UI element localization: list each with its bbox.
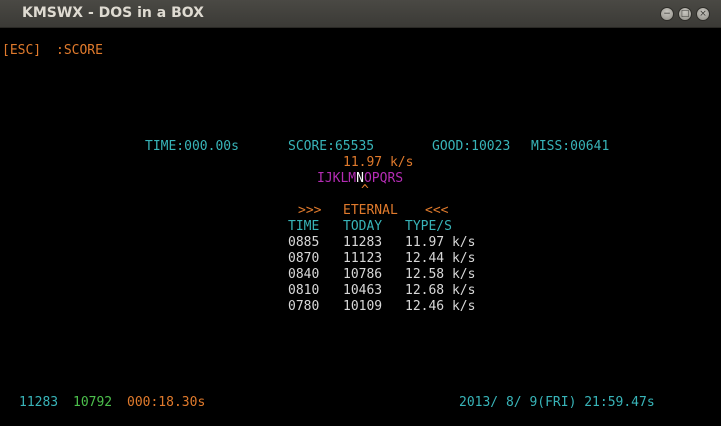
dos-screen[interactable]: [ESC] :SCORE TIME:000.00s SCORE:65535 GO… bbox=[0, 28, 721, 426]
esc-key-label: [ESC] bbox=[2, 43, 42, 58]
window-title: KMSWX - DOS in a BOX bbox=[22, 5, 204, 21]
row-today: 11283 bbox=[343, 235, 383, 250]
row-type-per-second: 11.97 k/s bbox=[405, 235, 476, 250]
footer-value-1: 11283 bbox=[19, 395, 59, 410]
footer-datetime: 2013/ 8/ 9(FRI) 21:59.47s bbox=[459, 395, 655, 410]
miss-stat: MISS:00641 bbox=[531, 139, 610, 154]
column-header-type-per-second: TYPE/S bbox=[405, 219, 452, 234]
row-today: 10463 bbox=[343, 283, 383, 298]
maximize-button[interactable]: □ bbox=[678, 7, 692, 21]
minimize-icon: − bbox=[663, 8, 671, 19]
row-time: 0885 bbox=[288, 235, 320, 250]
cursor-caret: ^ bbox=[361, 183, 369, 198]
ranking-arrows-left: >>> bbox=[298, 203, 322, 218]
row-type-per-second: 12.44 k/s bbox=[405, 251, 476, 266]
row-today: 10786 bbox=[343, 267, 383, 282]
ranking-arrows-right: <<< bbox=[425, 203, 449, 218]
close-button[interactable]: × bbox=[696, 7, 710, 21]
footer-value-2: 10792 bbox=[73, 395, 113, 410]
typing-speed: 11.97 k/s bbox=[343, 155, 414, 170]
letters-after: OPQRS bbox=[363, 171, 404, 186]
column-header-time: TIME bbox=[288, 219, 320, 234]
row-type-per-second: 12.58 k/s bbox=[405, 267, 476, 282]
footer-elapsed-time: 000:18.30s bbox=[127, 395, 206, 410]
good-stat: GOOD:10023 bbox=[432, 139, 511, 154]
esc-action-label: :SCORE bbox=[56, 43, 103, 58]
maximize-icon: □ bbox=[680, 8, 690, 19]
row-time: 0840 bbox=[288, 267, 320, 282]
letters-before: IJKLM bbox=[317, 171, 357, 186]
row-type-per-second: 12.46 k/s bbox=[405, 299, 476, 314]
ranking-title: ETERNAL bbox=[343, 203, 398, 218]
row-time: 0810 bbox=[288, 283, 320, 298]
row-time: 0780 bbox=[288, 299, 320, 314]
window-titlebar[interactable]: − □ × KMSWX - DOS in a BOX bbox=[0, 0, 721, 28]
row-today: 11123 bbox=[343, 251, 383, 266]
minimize-button[interactable]: − bbox=[660, 7, 674, 21]
score-stat: SCORE:65535 bbox=[288, 139, 375, 154]
row-time: 0870 bbox=[288, 251, 320, 266]
close-icon: × bbox=[699, 8, 707, 19]
row-type-per-second: 12.68 k/s bbox=[405, 283, 476, 298]
time-stat: TIME:000.00s bbox=[145, 139, 239, 154]
row-today: 10109 bbox=[343, 299, 383, 314]
column-header-today: TODAY bbox=[343, 219, 383, 234]
